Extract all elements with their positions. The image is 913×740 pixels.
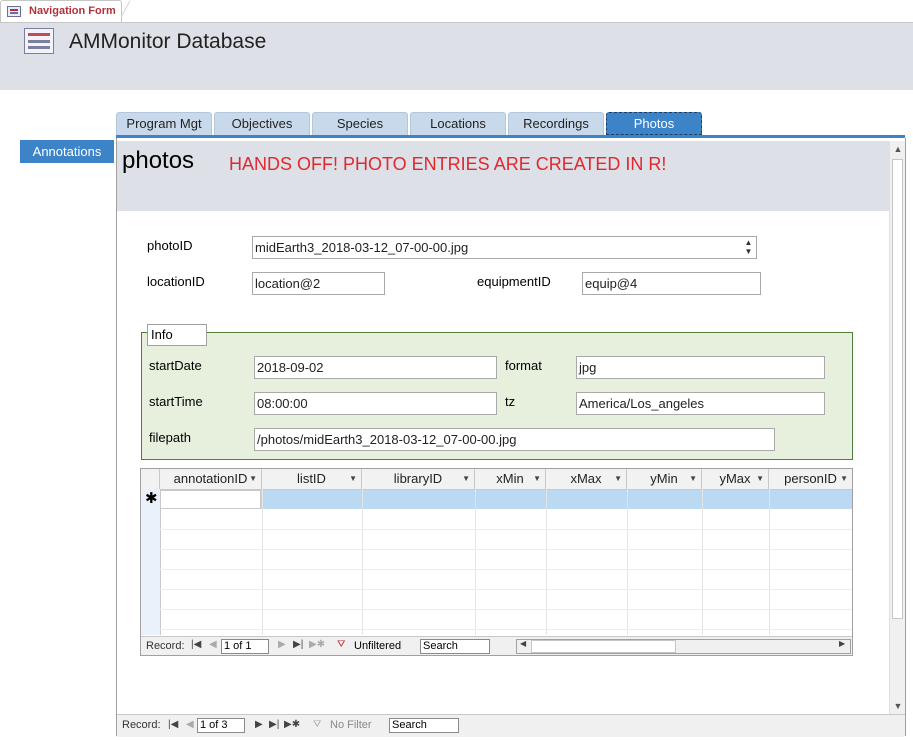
grid-line [160,529,852,530]
new-record-star-icon: ✱ [145,490,158,507]
equipmentid-label: equipmentID [477,274,551,289]
new-record-icon[interactable]: ▶✱ [309,639,325,650]
column-header-ymax[interactable]: yMax ▼ [702,469,769,489]
form-heading: photos [122,147,195,174]
column-header-ymin[interactable]: yMin ▼ [627,469,702,489]
filepath-field[interactable]: /photos/midEarth3_2018-03-12_07-00-00.jp… [254,428,775,451]
tab-locations[interactable]: Locations [410,112,506,135]
grid-line [160,589,852,590]
warning-label: HANDS OFF! PHOTO ENTRIES ARE CREATED IN … [229,154,667,174]
subform-header [117,141,889,211]
last-record-icon[interactable]: ▶| [269,719,279,730]
record-label: Record: [122,719,161,731]
tab-photos[interactable]: Photos [606,112,702,135]
column-header-personid[interactable]: personID ▼ [769,469,852,489]
dropdown-arrow-icon: ▼ [349,474,357,483]
dropdown-arrow-icon: ▼ [756,474,764,483]
grid-line [362,489,363,635]
info-legend: Info [147,324,207,346]
datasheet-search-input[interactable]: Search [420,639,490,654]
column-header-libraryid[interactable]: libraryID ▼ [362,469,475,489]
record-label: Record: [146,640,185,652]
horizontal-scroll-thumb[interactable] [531,640,676,653]
tab-recordings[interactable]: Recordings [508,112,604,135]
new-record-icon[interactable]: ▶✱ [284,719,300,730]
first-record-icon[interactable]: |◀ [191,639,201,650]
filter-status[interactable]: No Filter [330,719,372,731]
last-record-icon[interactable]: ▶| [293,639,303,650]
locationid-field[interactable]: location@2 [252,272,385,295]
tz-field[interactable]: America/Los_angeles [576,392,825,415]
form-logo-icon [24,28,54,54]
dropdown-arrow-icon: ▼ [840,474,848,483]
form-search-input[interactable]: Search [389,718,459,733]
datasheet-header: annotationID ▼ listID ▼ libraryID ▼ xMin ▼ x… [141,469,852,490]
starttime-label: startTime [149,394,203,409]
app-title: AMMonitor Database [69,30,267,53]
vertical-scrollbar[interactable]: ▲ ▼ [889,141,905,714]
record-position-input[interactable]: 1 of 3 [197,718,245,733]
photoid-value: midEarth3_2018-03-12_07-00-00.jpg [255,240,469,255]
navigation-form-tab-label: Navigation Form [29,5,116,17]
equipmentid-field[interactable]: equip@4 [582,272,761,295]
row-selector-column[interactable] [141,489,161,635]
column-header-listid[interactable]: listID ▼ [262,469,362,489]
tab-program-mgt[interactable]: Program Mgt [116,112,212,135]
new-record-annotationid-cell[interactable] [160,490,261,509]
grid-line [702,489,703,635]
form-record-navigation: Record: |◀ ◀ 1 of 3 ▶ ▶| ▶✱ ⛛ No Filter … [117,714,905,737]
column-header-xmax[interactable]: xMax ▼ [546,469,627,489]
grid-line [160,609,852,610]
grid-line [262,489,263,635]
dropdown-arrow-icon: ▼ [249,474,257,483]
scroll-down-icon[interactable]: ▼ [891,699,905,713]
startdate-label: startDate [149,358,202,373]
scroll-left-icon[interactable]: ◀ [520,639,526,648]
record-position-input[interactable]: 1 of 1 [221,639,269,654]
next-record-icon[interactable]: ▶ [255,719,263,730]
locationid-label: locationID [147,274,205,289]
dropdown-arrow-icon: ▼ [689,474,697,483]
startdate-field[interactable]: 2018-09-02 [254,356,497,379]
filepath-label: filepath [149,430,191,445]
filter-status[interactable]: Unfiltered [354,640,401,652]
navigation-form-tab[interactable]: Navigation Form [0,0,122,22]
format-label: format [505,358,542,373]
dropdown-arrow-icon: ▼ [533,474,541,483]
grid-line [160,569,852,570]
spinner-icon[interactable]: ▲ ▼ [743,238,754,257]
grid-line [546,489,547,635]
grid-line [769,489,770,635]
filter-icon[interactable]: ⛛ [313,719,321,730]
next-record-icon[interactable]: ▶ [278,639,286,650]
format-field[interactable]: jpg [576,356,825,379]
tz-label: tz [505,394,516,409]
filter-icon[interactable]: ⛛ [337,639,345,650]
tab-species[interactable]: Species [312,112,408,135]
starttime-field[interactable]: 08:00:00 [254,392,497,415]
tab-objectives[interactable]: Objectives [214,112,310,135]
grid-line [160,629,852,630]
datasheet-record-navigation: Record: |◀ ◀ 1 of 1 ▶ ▶| ▶✱ ⛛ Unfiltered… [141,636,852,655]
photoid-field[interactable]: midEarth3_2018-03-12_07-00-00.jpg ▲ ▼ [252,236,757,259]
new-record-row[interactable] [160,490,852,509]
previous-record-icon[interactable]: ◀ [186,719,194,730]
grid-line [627,489,628,635]
select-all-corner[interactable] [141,469,160,489]
dropdown-arrow-icon: ▼ [462,474,470,483]
scroll-right-icon[interactable]: ▶ [839,639,845,648]
annotations-datasheet: annotationID ▼ listID ▼ libraryID ▼ xMin ▼ x… [140,468,853,656]
first-record-icon[interactable]: |◀ [168,719,178,730]
grid-line [475,489,476,635]
column-header-xmin[interactable]: xMin ▼ [475,469,546,489]
photoid-label: photoID [147,238,193,253]
previous-record-icon[interactable]: ◀ [209,639,217,650]
annotations-nav-button[interactable]: Annotations [20,140,114,163]
grid-line [160,549,852,550]
dropdown-arrow-icon: ▼ [614,474,622,483]
scroll-thumb[interactable] [892,159,903,619]
column-header-annotationid[interactable]: annotationID ▼ [160,469,262,489]
scroll-up-icon[interactable]: ▲ [891,142,905,156]
form-icon [7,6,21,17]
